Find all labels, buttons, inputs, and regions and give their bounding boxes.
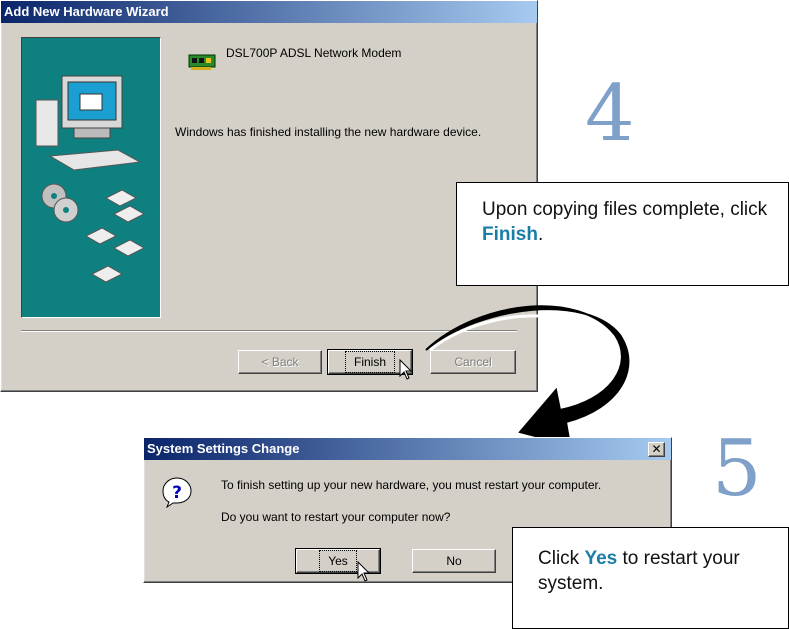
question-icon: ? [162,477,192,508]
back-button[interactable]: < Back [238,350,322,374]
step5-callout: Click Yes to restart your system. [512,527,789,629]
svg-text:?: ? [172,483,182,503]
mouse-cursor-icon [357,561,371,582]
wizard-title: Add New Hardware Wizard [4,4,169,19]
device-name: DSL700P ADSL Network Modem [226,46,402,60]
dialog-line1: To finish setting up your new hardware, … [221,478,602,492]
network-card-icon [188,54,216,70]
step-number-4: 4 [585,69,635,159]
close-button[interactable]: ✕ [648,442,665,457]
wizard-message: Windows has finished installing the new … [175,125,482,139]
dialog-line2: Do you want to restart your computer now… [221,510,451,524]
close-icon: ✕ [651,442,662,456]
step-number-5: 5 [712,424,762,514]
wizard-illustration-panel [21,37,161,318]
step4-callout: Upon copying files complete, click Finis… [456,182,789,286]
no-button[interactable]: No [412,549,496,573]
computer-illustration [35,75,146,283]
wizard-titlebar: Add New Hardware Wizard [1,1,537,23]
curved-arrow [425,305,630,447]
dialog-titlebar: System Settings Change [144,438,671,460]
mouse-cursor-icon [399,359,413,380]
dialog-title: System Settings Change [147,441,300,456]
